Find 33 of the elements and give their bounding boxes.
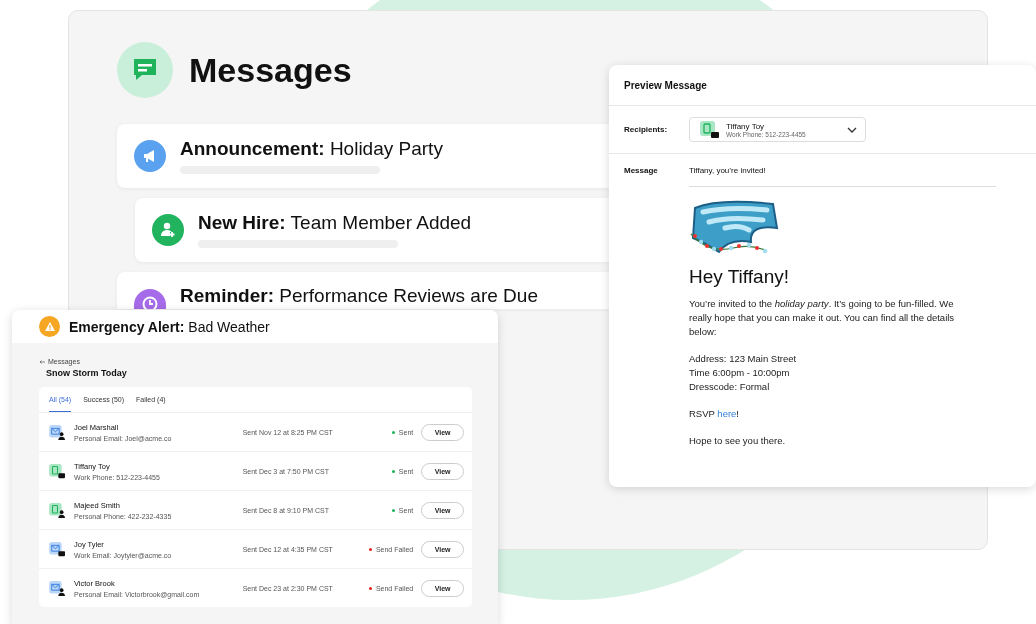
card-title: Announcement: Holiday Party [180,138,443,160]
card-title: Reminder: Performance Reviews are Due [180,285,538,307]
email-contact-icon [49,541,66,557]
page-title: Messages [189,50,352,90]
detail-line: Dresscode: Formal [689,380,771,394]
message-card[interactable]: Announcement: Holiday Party [117,124,609,188]
message-paragraph: You’re invited to the holiday party. It’s going to be fun-filled. We really hope that you can make it out. You can find all the details below: [689,297,956,339]
email-contact-icon [49,424,66,440]
recipient-name: Tiffany Toy [726,121,766,131]
field-label: Recipients: [624,125,669,134]
message-card[interactable]: New Hire: Team Member Added [135,198,609,262]
detail-line: Address: 123 Main Street [689,352,798,366]
message-card[interactable]: Reminder: Performance Reviews are Due [117,272,609,309]
megaphone-icon [134,140,166,172]
add-person-icon [152,214,184,246]
back-arrow-icon [39,359,45,364]
message-closing: Hope to see you there. [689,434,787,448]
message-subject: Tiffany, you’re invited! [689,166,996,187]
chat-icon [117,42,173,98]
phone-contact-icon [49,463,66,479]
chevron-down-icon [847,126,857,133]
detail-line: Time 6:00pm - 10:00pm [689,366,791,380]
window-title: Preview Message [624,79,707,91]
email-contact-icon [49,580,66,596]
page-heading: Snow Storm Today [46,368,128,378]
window-title: Emergency Alert: Bad Weather [69,318,270,335]
message-greeting: Hey Tiffany! [689,266,790,288]
warning-icon [39,316,60,337]
phone-contact-icon [49,502,66,518]
rsvp-line: RSVP here! [689,407,740,421]
field-label: Message [624,166,659,177]
phone-contact-icon [700,120,720,139]
card-title: New Hire: Team Member Added [198,212,472,234]
